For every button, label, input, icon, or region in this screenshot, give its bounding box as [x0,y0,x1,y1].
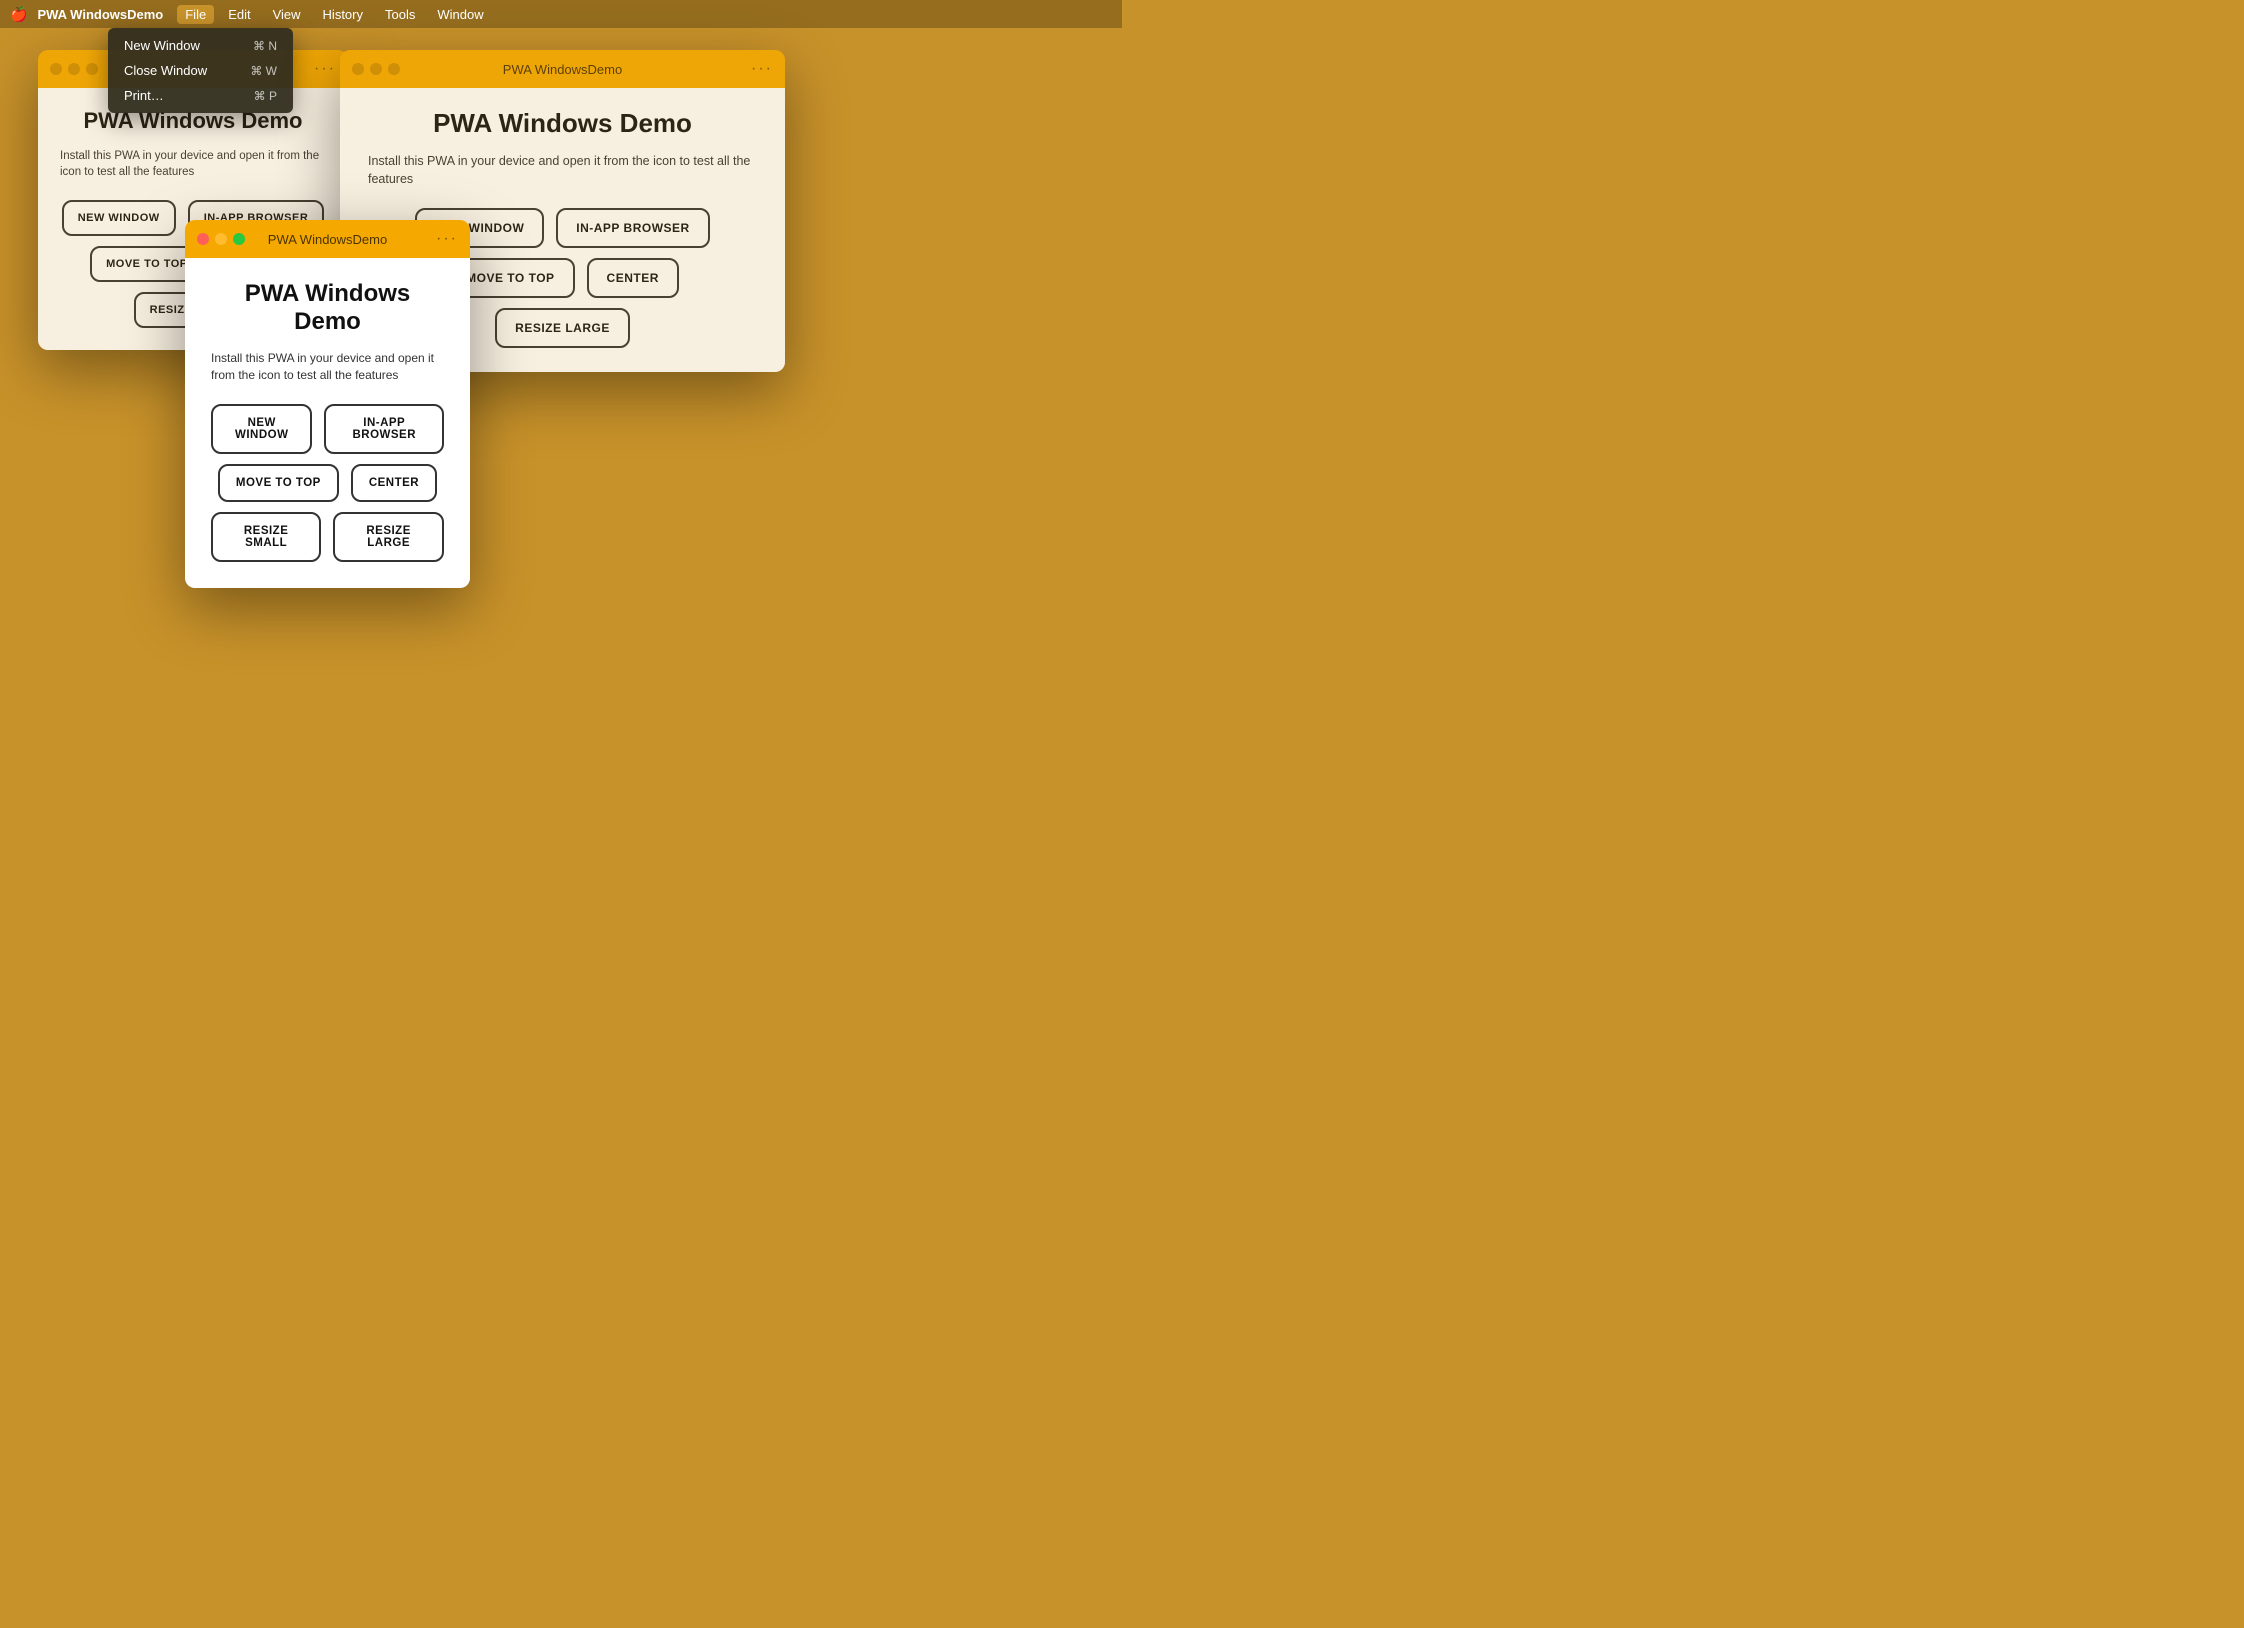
traffic-light-yellow-3[interactable] [215,233,227,245]
apple-menu-icon[interactable]: 🍎 [10,6,27,23]
window-more-2[interactable]: ··· [751,60,773,78]
window-more-1[interactable]: ··· [314,60,336,78]
file-menu-dropdown: New Window ⌘ N Close Window ⌘ W Print… ⌘… [108,28,293,113]
window-content-3: PWA Windows Demo Install this PWA in you… [185,258,470,588]
traffic-lights-2 [352,63,400,75]
menu-new-window[interactable]: New Window ⌘ N [108,33,293,58]
titlebar-3: PWA WindowsDemo ··· [185,220,470,258]
menu-print-shortcut: ⌘ P [254,89,277,103]
btn-inapp-browser-3[interactable]: IN-APP BROWSER [324,404,444,454]
button-row-3-1: NEW WINDOW IN-APP BROWSER [211,404,444,454]
btn-center-3[interactable]: CENTER [351,464,437,502]
menu-window[interactable]: Window [429,5,491,24]
menubar: 🍎 PWA WindowsDemo File Edit View History… [0,0,1122,28]
traffic-lights-3 [197,233,245,245]
app-name: PWA WindowsDemo [37,7,163,22]
menu-tools[interactable]: Tools [377,5,423,24]
btn-resize-small-3[interactable]: RESIZE SMALL [211,512,321,562]
traffic-light-yellow-1[interactable] [68,63,80,75]
menu-print[interactable]: Print… ⌘ P [108,83,293,108]
traffic-light-red-2[interactable] [352,63,364,75]
menu-print-label: Print… [124,88,164,103]
menu-close-window-label: Close Window [124,63,207,78]
titlebar-2: PWA WindowsDemo ··· [340,50,785,88]
traffic-light-green-1[interactable] [86,63,98,75]
menu-new-window-shortcut: ⌘ N [253,39,277,53]
menu-history[interactable]: History [315,5,371,24]
menu-file[interactable]: File [177,5,214,24]
traffic-light-red-1[interactable] [50,63,62,75]
traffic-light-yellow-2[interactable] [370,63,382,75]
pwa-heading-2: PWA Windows Demo [368,108,757,139]
menu-new-window-label: New Window [124,38,200,53]
traffic-light-red-3[interactable] [197,233,209,245]
pwa-window-3: PWA WindowsDemo ··· PWA Windows Demo Ins… [185,220,470,588]
button-row-2-2: MOVE TO TOP CENTER [446,258,679,298]
btn-resize-large-2[interactable]: RESIZE LARGE [495,308,630,348]
pwa-heading-3: PWA Windows Demo [211,280,444,336]
traffic-lights-1 [50,63,98,75]
menu-close-window[interactable]: Close Window ⌘ W [108,58,293,83]
window-more-3[interactable]: ··· [436,230,458,248]
button-row-3-3: RESIZE SMALL RESIZE LARGE [211,512,444,562]
pwa-description-2: Install this PWA in your device and open… [368,153,757,188]
menu-view[interactable]: View [265,5,309,24]
menu-close-window-shortcut: ⌘ W [250,64,277,78]
pwa-description-1: Install this PWA in your device and open… [60,148,326,180]
btn-new-window-3[interactable]: NEW WINDOW [211,404,312,454]
traffic-light-green-3[interactable] [233,233,245,245]
button-grid-3: NEW WINDOW IN-APP BROWSER MOVE TO TOP CE… [211,404,444,562]
pwa-description-3: Install this PWA in your device and open… [211,350,444,384]
btn-resize-large-3[interactable]: RESIZE LARGE [333,512,444,562]
menu-edit[interactable]: Edit [220,5,258,24]
btn-center-2[interactable]: CENTER [587,258,679,298]
button-row-3-2: MOVE TO TOP CENTER [218,464,437,502]
window-title-2: PWA WindowsDemo [503,62,622,77]
traffic-light-green-2[interactable] [388,63,400,75]
window-title-3: PWA WindowsDemo [268,232,387,247]
btn-new-window-1[interactable]: NEW WINDOW [62,200,176,236]
btn-move-top-3[interactable]: MOVE TO TOP [218,464,339,502]
button-row-2-3: RESIZE LARGE [495,308,630,348]
btn-inapp-browser-2[interactable]: IN-APP BROWSER [556,208,709,248]
